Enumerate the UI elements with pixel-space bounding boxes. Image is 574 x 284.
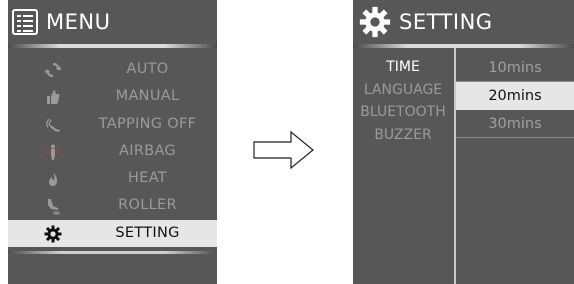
- gear-icon: [44, 225, 62, 243]
- foot-roller-icon: [48, 199, 60, 216]
- menu-item-roller[interactable]: ROLLER: [8, 192, 217, 219]
- menu-item-label: ROLLER: [118, 197, 177, 214]
- menu-list-icon: [12, 9, 38, 35]
- menu-item-auto[interactable]: AUTO: [8, 56, 217, 83]
- menu-title: MENU: [46, 9, 111, 34]
- option-label: 30mins: [488, 116, 542, 132]
- setting-title: SETTING: [399, 9, 493, 34]
- option-divider: [456, 137, 574, 138]
- option-label: 20mins: [488, 88, 542, 104]
- menu-item-setting[interactable]: SETTING: [8, 219, 217, 248]
- menu-list: AUTO MANUAL TAPPING OFF AIRBAG HEAT ROLL…: [8, 56, 217, 248]
- setting-header-divider: [353, 44, 574, 48]
- setting-category-language[interactable]: LANGUAGE: [353, 79, 453, 102]
- menu-item-label: HEAT: [128, 170, 167, 187]
- setting-category-time[interactable]: TIME: [353, 56, 453, 79]
- menu-panel: MENU AUTO MANUAL TAPPING OFF AIRBAG HEAT…: [8, 0, 217, 284]
- flame-icon: [49, 172, 58, 187]
- menu-item-label: AUTO: [126, 61, 169, 77]
- menu-item-airbag[interactable]: AIRBAG: [8, 138, 217, 165]
- time-option-30mins[interactable]: 30mins: [456, 110, 574, 138]
- menu-item-label: AIRBAG: [119, 142, 176, 159]
- setting-category-buzzer[interactable]: BUZZER: [353, 124, 453, 147]
- time-option-list: 10mins 20mins 30mins: [456, 54, 574, 138]
- menu-header: MENU: [8, 0, 217, 44]
- arrow-right-icon: [253, 130, 314, 170]
- option-label: 10mins: [488, 60, 542, 76]
- menu-item-manual[interactable]: MANUAL: [8, 83, 217, 110]
- gear-icon: [359, 6, 391, 38]
- setting-category-bluetooth[interactable]: BLUETOOTH: [353, 101, 453, 124]
- setting-header: SETTING: [353, 0, 574, 44]
- setting-panel: SETTING TIME LANGUAGE BLUETOOTH BUZZER 1…: [353, 0, 574, 284]
- menu-item-tapping[interactable]: TAPPING OFF: [8, 111, 217, 138]
- menu-item-label: TAPPING OFF: [98, 115, 197, 132]
- menu-header-divider: [8, 44, 217, 48]
- menu-item-label: MANUAL: [115, 88, 180, 105]
- thumbs-up-icon: [47, 90, 60, 105]
- menu-item-heat[interactable]: HEAT: [8, 165, 217, 192]
- tapping-hand-icon: [46, 118, 60, 132]
- menu-item-label: SETTING: [115, 224, 180, 241]
- setting-category-list: TIME LANGUAGE BLUETOOTH BUZZER: [353, 56, 453, 146]
- menu-footer-divider: [8, 251, 217, 254]
- time-option-10mins[interactable]: 10mins: [456, 54, 574, 82]
- time-option-20mins[interactable]: 20mins: [456, 82, 574, 110]
- auto-cycle-icon: [44, 62, 62, 78]
- airbag-body-icon: [45, 144, 61, 160]
